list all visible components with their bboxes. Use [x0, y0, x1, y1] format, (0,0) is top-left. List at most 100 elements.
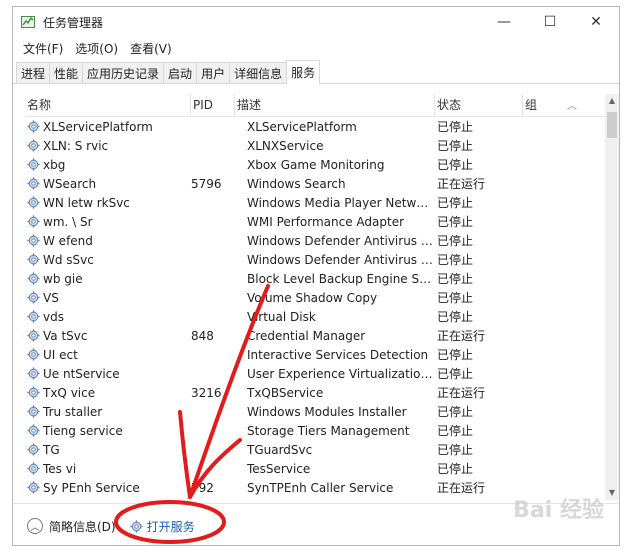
service-gear-icon — [27, 291, 40, 304]
table-header: 名称 PID 描述 状态 组 ︿ — [25, 94, 605, 117]
table-row[interactable]: wm. \ Sr WMI Performance Adapter 已停止 — [25, 212, 605, 231]
service-name: wm. \ Sr — [43, 214, 93, 229]
service-status: 已停止 — [435, 498, 523, 500]
table-row[interactable]: Tieng service Storage Tiers Management 已停止 — [25, 421, 605, 440]
table-row[interactable]: XLN: S rvic XLNXService 已停止 — [25, 136, 605, 155]
table-row[interactable]: wb gie Block Level Backup Engine Service 已… — [25, 269, 605, 288]
services-gear-icon — [130, 519, 143, 533]
task-manager-window: 任务管理器 — ☐ ✕ 文件(F) 选项(O) 查看(V) 进程 性能 应用历史… — [12, 6, 620, 546]
services-table: 名称 PID 描述 状态 组 ︿ XLServicePlatform XLServ… — [25, 94, 605, 500]
vertical-scrollbar[interactable]: ▲ ▼ — [605, 94, 619, 500]
service-status: 正在运行 — [437, 177, 486, 191]
service-pid: 792 — [191, 480, 214, 495]
service-description: XLNXService — [247, 138, 324, 153]
column-header-group[interactable]: 组 ︿ — [523, 94, 605, 116]
service-description: Xbox Game Monitoring — [247, 157, 385, 172]
tab-processes[interactable]: 进程 — [16, 62, 51, 83]
table-row[interactable]: UI ect Interactive Services Detection 已停止 — [25, 345, 605, 364]
service-name-cell: Ue ntService — [25, 367, 191, 381]
menu-file[interactable]: 文件(F) — [17, 40, 69, 57]
service-name-cell: TxQ vice — [25, 386, 191, 400]
maximize-button[interactable]: ☐ — [527, 7, 573, 37]
service-name: W efend — [43, 233, 93, 248]
service-description: User Experience Virtualization Se... — [247, 366, 435, 381]
service-name: wb gie — [43, 271, 83, 286]
close-button[interactable]: ✕ — [573, 7, 619, 37]
service-gear-icon — [27, 405, 40, 418]
tab-users[interactable]: 用户 — [196, 62, 231, 83]
service-gear-icon — [27, 234, 40, 247]
service-description: Windows Media Player Network ... — [247, 195, 435, 210]
service-description: Storage Tiers Management — [247, 423, 410, 438]
tab-strip: 进程 性能 应用历史记录 启动 用户 详细信息 服务 — [13, 59, 619, 84]
menu-view[interactable]: 查看(V) — [124, 40, 178, 57]
service-status: 正在运行 — [437, 386, 486, 400]
service-name: xbg — [43, 157, 66, 172]
tab-startup[interactable]: 启动 — [163, 62, 198, 83]
service-gear-icon — [27, 462, 40, 475]
open-services-link[interactable]: 打开服务 — [130, 518, 195, 535]
service-name-cell: Wd sSvc — [25, 253, 191, 267]
column-header-description[interactable]: 描述 — [235, 94, 435, 116]
service-name-cell: WSearch — [25, 177, 191, 191]
column-header-pid[interactable]: PID — [191, 94, 235, 116]
service-pid: 848 — [191, 328, 214, 343]
service-name-cell: W efend — [25, 234, 191, 248]
table-row[interactable]: TG TGuardSvc 已停止 — [25, 440, 605, 459]
table-row[interactable]: Va tSvc 848 Credential Manager 正在运行 — [25, 326, 605, 345]
table-row[interactable]: WSearch 5796 Windows Search 正在运行 — [25, 174, 605, 193]
tab-details[interactable]: 详细信息 — [229, 62, 288, 83]
service-gear-icon — [27, 367, 40, 380]
service-description: Windows Search — [247, 176, 346, 191]
service-name: XLN: S rvic — [43, 138, 109, 153]
tab-app-history[interactable]: 应用历史记录 — [82, 62, 165, 83]
column-header-status[interactable]: 状态 — [435, 94, 523, 116]
service-description: TxQBService — [247, 385, 324, 400]
service-pid: 5796 — [191, 176, 222, 191]
scroll-up-arrow-icon[interactable]: ▲ — [605, 94, 619, 108]
service-gear-icon — [27, 120, 40, 133]
table-row[interactable]: VS Volume Shadow Copy 已停止 — [25, 288, 605, 307]
service-status: 正在运行 — [437, 329, 486, 343]
service-name-cell: vds — [25, 310, 191, 324]
scroll-down-arrow-icon[interactable]: ▼ — [605, 486, 619, 500]
service-description: SynTPEnh Caller Service — [247, 480, 394, 495]
table-row[interactable]: XLServicePlatform XLServicePlatform 已停止 — [25, 117, 605, 136]
service-status: 已停止 — [437, 443, 474, 457]
table-row[interactable]: Tru staller Windows Modules Installer 已停止 — [25, 402, 605, 421]
table-row[interactable]: xbg Xbox Game Monitoring 已停止 — [25, 155, 605, 174]
service-name: Tes vi — [43, 461, 77, 476]
service-gear-icon — [27, 329, 40, 342]
table-row[interactable]: WN letw rkSvc Windows Media Player Networ… — [25, 193, 605, 212]
service-name: TG — [43, 442, 60, 457]
minimize-button[interactable]: — — [481, 7, 527, 37]
service-gear-icon — [27, 158, 40, 171]
service-status: 已停止 — [437, 424, 474, 438]
column-header-name[interactable]: 名称 — [25, 94, 191, 116]
service-description: Credential Manager — [247, 328, 366, 343]
scrollbar-thumb[interactable] — [607, 112, 617, 138]
baidu-watermark: Bai 经验 — [513, 498, 604, 523]
table-rows: XLServicePlatform XLServicePlatform 已停止 XLN… — [25, 117, 605, 500]
service-name: vds — [43, 309, 64, 324]
service-gear-icon — [27, 215, 40, 228]
service-name-cell: WN letw rkSvc — [25, 196, 191, 210]
menu-bar: 文件(F) 选项(O) 查看(V) — [13, 37, 619, 59]
table-row[interactable]: TxQ vice 3216 TxQBService 正在运行 — [25, 383, 605, 402]
service-name-cell: xbg — [25, 158, 191, 172]
tab-services[interactable]: 服务 — [286, 60, 321, 84]
service-status: 已停止 — [437, 196, 474, 210]
table-row[interactable]: vds Virtual Disk 已停止 — [25, 307, 605, 326]
menu-options[interactable]: 选项(O) — [69, 40, 124, 57]
service-status: 已停止 — [437, 158, 474, 172]
table-row[interactable]: Tes vi TesService 已停止 — [25, 459, 605, 478]
table-row[interactable]: W efend Windows Defender Antivirus Serv..… — [25, 231, 605, 250]
fewer-details-button[interactable]: ︿ 简略信息(D) — [27, 518, 116, 535]
tab-performance[interactable]: 性能 — [49, 62, 84, 83]
service-description: Software Protection — [235, 500, 435, 501]
table-row[interactable]: Ue ntService User Experience Virtualizati… — [25, 364, 605, 383]
table-row[interactable]: Wd sSvc Windows Defender Antivirus Net...… — [25, 250, 605, 269]
service-description: Interactive Services Detection — [247, 347, 429, 362]
service-name-cell: Tru staller — [25, 405, 191, 419]
window-title: 任务管理器 — [43, 15, 104, 30]
